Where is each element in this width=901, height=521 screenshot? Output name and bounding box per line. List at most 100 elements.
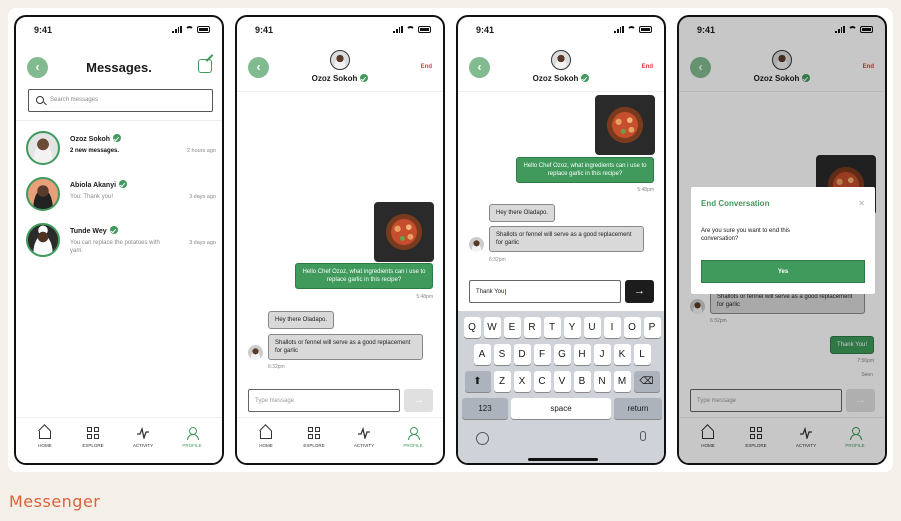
battery-icon: [418, 26, 431, 33]
key-h[interactable]: H: [573, 344, 591, 365]
avatar: [26, 177, 60, 211]
key-y[interactable]: Y: [563, 317, 581, 338]
end-button[interactable]: End: [421, 64, 432, 70]
page-title: Messages.: [86, 60, 152, 75]
wifi-icon: [627, 26, 636, 33]
message-preview: You can replace the potatoes with yam.: [70, 240, 160, 254]
message-input[interactable]: Thank You: [469, 280, 621, 303]
signal-icon: [393, 26, 403, 33]
space-key[interactable]: space: [511, 398, 611, 419]
key-i[interactable]: I: [603, 317, 621, 338]
bottom-nav: HOME EXPLORE ACTIVITY PROFILE: [237, 417, 443, 463]
nav-home[interactable]: HOME: [245, 427, 287, 448]
return-key[interactable]: return: [614, 398, 662, 419]
nav-explore[interactable]: EXPLORE: [72, 427, 114, 448]
key-q[interactable]: Q: [463, 317, 481, 338]
key-c[interactable]: C: [533, 371, 551, 392]
user-icon: [407, 427, 420, 440]
status-bar: 9:41: [237, 17, 443, 43]
nav-profile[interactable]: PROFILE: [392, 427, 434, 448]
end-button[interactable]: End: [642, 64, 653, 70]
key-l[interactable]: L: [633, 344, 651, 365]
nav-label: HOME: [259, 443, 273, 448]
nav-activity[interactable]: ACTIVITY: [343, 427, 385, 448]
close-icon[interactable]: ✕: [858, 199, 865, 208]
keyboard-row: ⬆ Z X C V B N M ⌫: [461, 371, 663, 392]
message-time: 3 days ago: [189, 194, 216, 200]
divider: [237, 91, 443, 92]
key-e[interactable]: E: [503, 317, 521, 338]
key-w[interactable]: W: [483, 317, 501, 338]
key-s[interactable]: S: [493, 344, 511, 365]
contact-name: Ozoz Sokoh: [311, 74, 358, 83]
message-time: 5:48pm: [416, 294, 433, 300]
key-z[interactable]: Z: [493, 371, 511, 392]
conversation-row[interactable]: Abiola Akanyi You: Thank you! 3 days ago: [26, 177, 216, 217]
key-f[interactable]: F: [533, 344, 551, 365]
key-t[interactable]: T: [543, 317, 561, 338]
status-time: 9:41: [476, 25, 495, 35]
conversation-row[interactable]: Ozoz Sokoh 2 new messages. 2 hours ago: [26, 131, 216, 171]
key-r[interactable]: R: [523, 317, 541, 338]
key-v[interactable]: V: [553, 371, 571, 392]
incoming-message: Shallots or fennel will serve as a good …: [268, 334, 423, 360]
dialog-title: End Conversation: [701, 199, 770, 208]
contact-avatar-small: [469, 237, 484, 252]
key-k[interactable]: K: [613, 344, 631, 365]
key-u[interactable]: U: [583, 317, 601, 338]
conversation-row[interactable]: Tunde Wey You can replace the potatoes w…: [26, 223, 216, 263]
message-time: 6:32pm: [268, 364, 285, 370]
nav-explore[interactable]: EXPLORE: [293, 427, 335, 448]
key-b[interactable]: B: [573, 371, 591, 392]
microphone-icon[interactable]: [640, 431, 646, 441]
key-d[interactable]: D: [513, 344, 531, 365]
shift-key[interactable]: ⬆: [464, 371, 491, 392]
search-icon: [36, 96, 44, 104]
key-g[interactable]: G: [553, 344, 571, 365]
key-j[interactable]: J: [593, 344, 611, 365]
bottom-nav: HOME EXPLORE ACTIVITY PROFILE: [16, 417, 222, 463]
verified-icon: [360, 74, 369, 82]
emoji-icon[interactable]: [476, 432, 489, 445]
grid-icon: [308, 427, 320, 439]
incoming-message: Shallots or fennel will serve as a good …: [489, 226, 644, 252]
keyboard-row: QWERTYUIOP: [461, 317, 663, 338]
key-m[interactable]: M: [613, 371, 631, 392]
key-o[interactable]: O: [623, 317, 641, 338]
compose-icon[interactable]: [198, 59, 212, 73]
nav-label: PROFILE: [182, 443, 202, 448]
send-button[interactable]: →: [625, 280, 654, 303]
status-bar: 9:41: [458, 17, 664, 43]
recipe-image[interactable]: [595, 95, 655, 155]
key-a[interactable]: A: [473, 344, 491, 365]
key-x[interactable]: X: [513, 371, 531, 392]
outgoing-message: Hello Chef Ozoz, what ingredients can i …: [516, 157, 654, 183]
end-conversation-screen: 9:41 ‹ Ozoz Sokoh End Shallots or fennel…: [677, 15, 887, 465]
nav-label: HOME: [38, 443, 52, 448]
verified-icon: [581, 74, 590, 82]
nav-profile[interactable]: PROFILE: [171, 427, 213, 448]
send-button[interactable]: →: [404, 389, 433, 412]
wifi-icon: [406, 26, 415, 33]
status-time: 9:41: [34, 25, 53, 35]
message-preview: You: Thank you!: [70, 194, 114, 200]
battery-icon: [639, 26, 652, 33]
recipe-image[interactable]: [374, 202, 434, 262]
keyboard-row: 123 space return: [461, 398, 663, 419]
messages-list-screen: 9:41 ‹ Messages. Search messages Ozoz So…: [14, 15, 224, 465]
key-p[interactable]: P: [643, 317, 661, 338]
nav-home[interactable]: HOME: [24, 427, 66, 448]
search-input[interactable]: Search messages: [28, 89, 213, 112]
nav-activity[interactable]: ACTIVITY: [122, 427, 164, 448]
search-placeholder: Search messages: [50, 97, 99, 103]
key-n[interactable]: N: [593, 371, 611, 392]
delete-key[interactable]: ⌫: [633, 371, 660, 392]
status-bar: 9:41: [16, 17, 222, 43]
message-input[interactable]: Type message: [248, 389, 400, 412]
numbers-key[interactable]: 123: [462, 398, 508, 419]
divider: [458, 91, 664, 92]
signal-icon: [614, 26, 624, 33]
confirm-yes-button[interactable]: Yes: [701, 260, 865, 283]
activity-icon: [358, 427, 370, 439]
incoming-message: Hey there Oladapo.: [268, 311, 335, 329]
